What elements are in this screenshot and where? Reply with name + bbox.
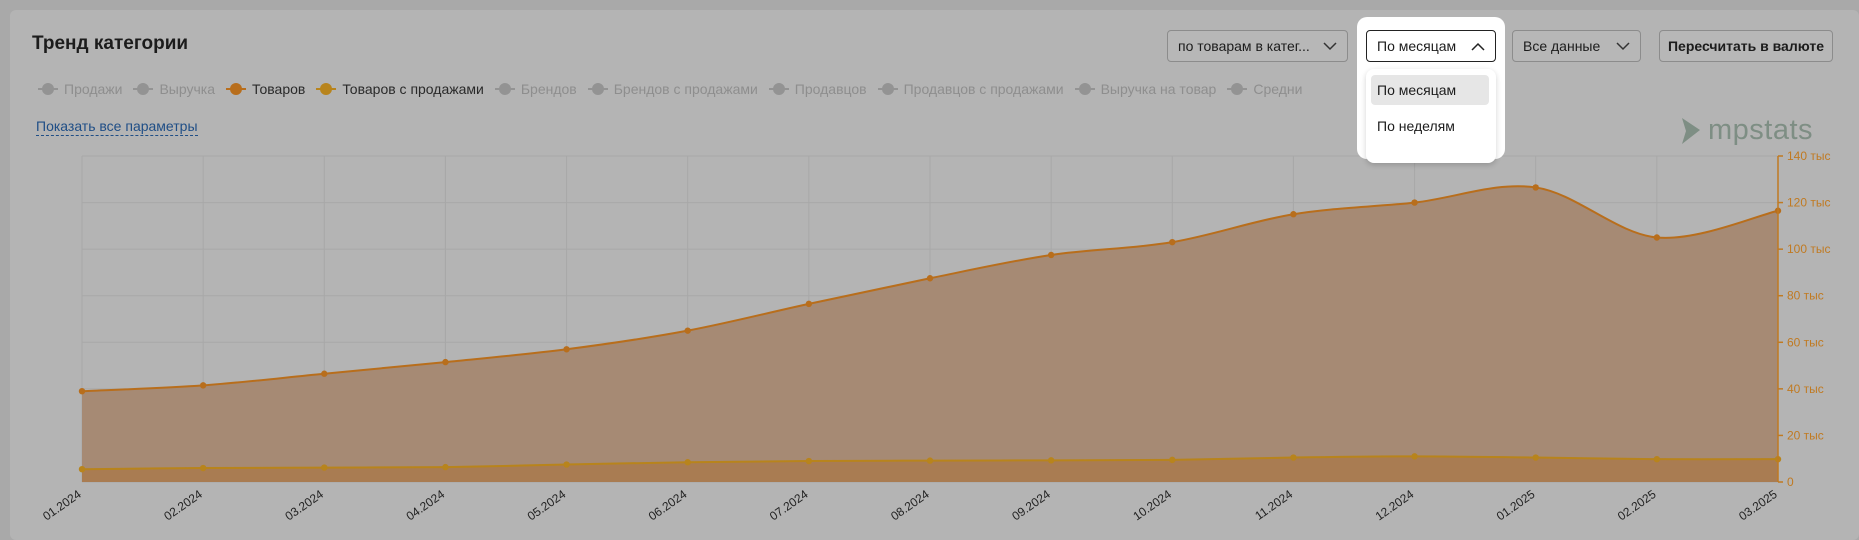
x-tick-label: 09.2024 [1009, 487, 1053, 524]
y-tick-label: 0 [1787, 475, 1794, 489]
x-tick-label: 03.2024 [282, 487, 326, 524]
data-point-sales [1169, 456, 1176, 464]
data-point-sales [442, 463, 449, 471]
y-tick-label: 60 тыс [1787, 335, 1824, 349]
x-tick-label: 06.2024 [646, 487, 690, 524]
y-tick-label: 100 тыс [1787, 242, 1830, 256]
x-tick-label: 12.2024 [1373, 487, 1417, 524]
y-tick-label: 140 тыс [1787, 149, 1830, 163]
data-point-sales [563, 461, 570, 468]
data-point-main [684, 327, 691, 334]
x-tick-label: 03.2025 [1736, 487, 1780, 524]
data-point-main [1411, 199, 1418, 206]
y-tick-label: 40 тыс [1787, 382, 1824, 396]
chevron-up-icon [1471, 42, 1485, 51]
data-point-sales [1653, 455, 1661, 463]
period-option-weeks[interactable]: По неделям [1371, 111, 1489, 141]
x-tick-label: 11.2024 [1252, 487, 1295, 523]
period-option-months[interactable]: По месяцам [1371, 75, 1489, 105]
data-point-main [1047, 251, 1055, 259]
period-select-label: По месяцам [1377, 38, 1457, 54]
data-point-sales [1411, 453, 1418, 460]
data-point-sales [199, 464, 207, 472]
data-point-main [926, 275, 934, 282]
data-point-main [199, 382, 207, 389]
data-point-main [442, 358, 449, 366]
data-point-sales [1532, 454, 1539, 461]
data-point-sales [1047, 457, 1055, 464]
data-point-main [78, 387, 86, 395]
x-tick-label: 10.2024 [1130, 487, 1174, 524]
period-dropdown: По месяцам По месяцам По неделям [1357, 17, 1505, 163]
data-point-main [1532, 184, 1539, 191]
data-point-sales [805, 457, 813, 465]
data-point-sales [321, 464, 328, 471]
y-tick-label: 20 тыс [1787, 428, 1824, 442]
y-tick-label: 80 тыс [1787, 289, 1824, 303]
period-menu: По месяцам По неделям [1366, 69, 1496, 163]
data-point-main [1169, 238, 1176, 246]
y-tick-label: 120 тыс [1787, 196, 1830, 210]
data-point-main [805, 300, 813, 308]
data-point-sales [684, 459, 691, 466]
x-tick-label: 02.2024 [161, 487, 205, 524]
data-point-sales [78, 465, 86, 473]
x-tick-label: 04.2024 [404, 487, 448, 524]
x-tick-label: 05.2024 [525, 487, 569, 524]
period-select[interactable]: По месяцам [1366, 30, 1496, 62]
data-point-sales [926, 457, 934, 464]
data-point-sales [1290, 454, 1297, 461]
data-point-main [1653, 234, 1661, 241]
data-point-main [1290, 211, 1297, 218]
x-tick-label: 01.2024 [40, 487, 84, 524]
x-tick-label: 08.2024 [888, 487, 932, 524]
data-point-main [563, 346, 570, 353]
trend-chart: 0 20 тыс 40 тыс 60 тыс 80 тыс 100 тыс 120 тыс 1… [40, 149, 1830, 524]
data-point-main [321, 370, 328, 377]
x-tick-label: 01.2025 [1494, 487, 1538, 524]
x-tick-label: 02.2025 [1615, 487, 1659, 524]
x-tick-label: 07.2024 [767, 487, 811, 524]
